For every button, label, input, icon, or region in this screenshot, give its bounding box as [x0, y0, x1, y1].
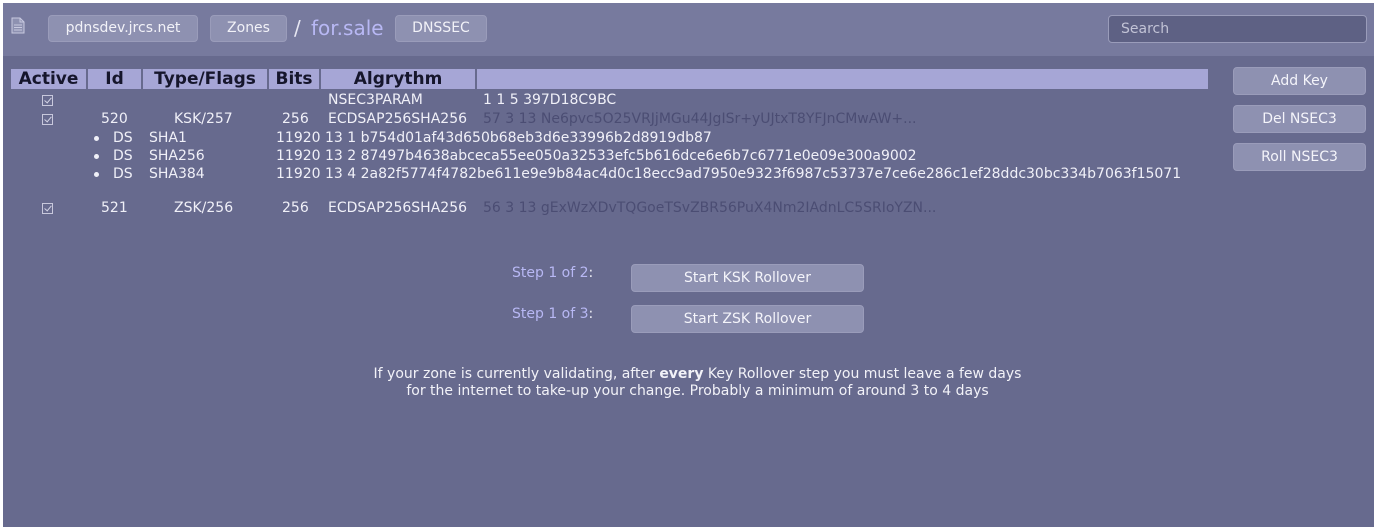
add-key-button[interactable]: Add Key — [1233, 67, 1366, 95]
column-id: Id — [88, 69, 143, 89]
key-value: 56 3 13 gExWzXDvTQGoeTSvZBR56PuX4Nm2IAdn… — [483, 200, 937, 216]
ds-row: DS SHA1 11920 13 1 b754d01af43d650b68eb3… — [3, 129, 1203, 147]
ds-row: DS SHA256 11920 13 2 87497b4638abceca55e… — [3, 147, 1203, 165]
active-checkbox[interactable] — [42, 95, 53, 106]
breadcrumb-separator: / — [294, 16, 301, 40]
ksk-step-label: Step 1 of 2 — [512, 265, 589, 281]
ds-digest-type: SHA384 — [149, 166, 205, 182]
ds-value: 11920 13 1 b754d01af43d650b68eb3d6e33996… — [276, 130, 712, 146]
active-checkbox[interactable] — [42, 114, 53, 125]
key-bits: 256 — [282, 200, 309, 216]
nsec3param-value: 1 1 5 397D18C9BC — [483, 92, 617, 108]
rollover-note: If your zone is currently validating, af… — [303, 366, 1092, 400]
start-zsk-rollover-button[interactable]: Start ZSK Rollover — [631, 305, 864, 333]
top-bar: pdnsdev.jrcs.net Zones / for.sale DNSSEC — [3, 3, 1374, 56]
note-text-after: Key Rollover step you must leave a few d… — [703, 366, 1022, 382]
keys-table-header: Active Id Type/Flags Bits Algrythm — [11, 69, 1208, 89]
zones-button[interactable]: Zones — [210, 15, 287, 42]
table-row: 521 ZSK/256 256 ECDSAP256SHA256 56 3 13 … — [3, 199, 1203, 217]
document-icon[interactable] — [11, 17, 25, 34]
ds-value: 11920 13 2 87497b4638abceca55ee050a32533… — [276, 148, 917, 164]
nsec3param-label: NSEC3PARAM — [328, 92, 423, 108]
key-type-flags: ZSK/256 — [174, 200, 234, 216]
ds-digest-type: SHA1 — [149, 130, 187, 146]
column-active: Active — [11, 69, 88, 89]
note-text-before: If your zone is currently validating, af… — [373, 366, 660, 382]
ksk-step: Step 1 of 2: — [512, 264, 593, 282]
key-type-flags: KSK/257 — [174, 111, 233, 127]
server-button[interactable]: pdnsdev.jrcs.net — [48, 15, 198, 42]
key-value: 57 3 13 Ne6pvc5O25VRJjMGu44JgISr+yUJtxT8… — [483, 111, 917, 127]
column-key — [477, 69, 1208, 89]
search-input[interactable] — [1108, 15, 1367, 43]
key-bits: 256 — [282, 111, 309, 127]
ds-row: DS SHA384 11920 13 4 2a82f5774f4782be611… — [3, 165, 1203, 183]
ds-label: DS — [113, 130, 133, 146]
zsk-step: Step 1 of 3: — [512, 305, 593, 323]
column-algorithm: Algrythm — [321, 69, 477, 89]
del-nsec3-button[interactable]: Del NSEC3 — [1233, 105, 1366, 133]
bullet-icon — [94, 136, 99, 141]
ds-digest-type: SHA256 — [149, 148, 205, 164]
ds-label: DS — [113, 148, 133, 164]
table-row: 520 KSK/257 256 ECDSAP256SHA256 57 3 13 … — [3, 110, 1203, 128]
key-id: 521 — [101, 200, 128, 216]
column-bits: Bits — [269, 69, 321, 89]
dnssec-button[interactable]: DNSSEC — [395, 15, 487, 42]
bullet-icon — [94, 154, 99, 159]
ds-value: 11920 13 4 2a82f5774f4782be611e9e9b84ac4… — [276, 166, 1182, 182]
nsec3param-row: NSEC3PARAM 1 1 5 397D18C9BC — [3, 91, 1203, 109]
ds-label: DS — [113, 166, 133, 182]
zone-name[interactable]: for.sale — [311, 15, 384, 41]
key-algorithm: ECDSAP256SHA256 — [328, 111, 468, 127]
note-emphasis: every — [659, 366, 704, 382]
zsk-step-label: Step 1 of 3 — [512, 306, 589, 322]
start-ksk-rollover-button[interactable]: Start KSK Rollover — [631, 264, 864, 292]
column-type-flags: Type/Flags — [143, 69, 269, 89]
page: pdnsdev.jrcs.net Zones / for.sale DNSSEC… — [3, 3, 1374, 527]
bullet-icon — [94, 172, 99, 177]
active-checkbox[interactable] — [42, 203, 53, 214]
zsk-step-colon: : — [588, 306, 594, 322]
key-algorithm: ECDSAP256SHA256 — [328, 200, 468, 216]
key-id: 520 — [101, 111, 128, 127]
ksk-step-colon: : — [588, 265, 594, 281]
roll-nsec3-button[interactable]: Roll NSEC3 — [1233, 143, 1366, 171]
note-text-line2: for the internet to take-up your change.… — [406, 383, 989, 399]
